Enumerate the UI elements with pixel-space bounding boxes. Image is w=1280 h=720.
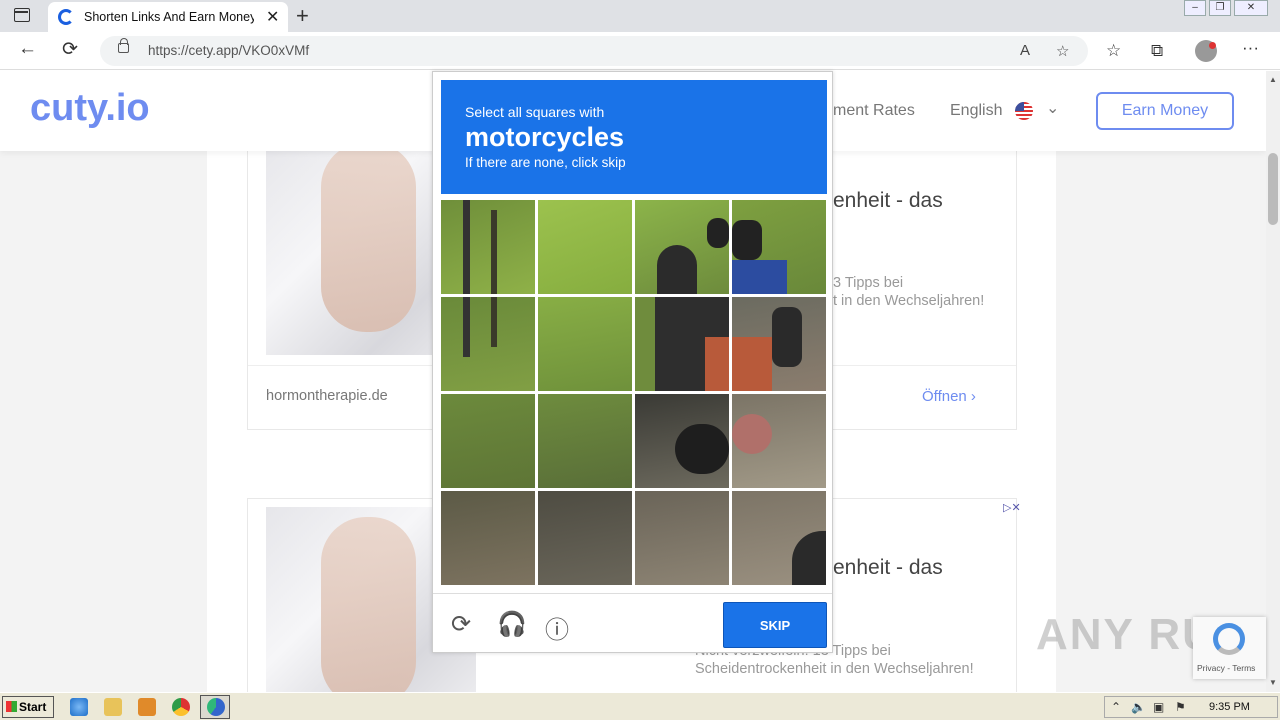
- audio-challenge-icon[interactable]: 🎧: [497, 610, 527, 639]
- captcha-tile[interactable]: [635, 297, 729, 391]
- adchoices-icon[interactable]: ▷✕: [1003, 501, 1021, 514]
- close-window-button[interactable]: ✕: [1234, 0, 1268, 16]
- site-logo[interactable]: cuty.io: [30, 87, 150, 130]
- captcha-tile[interactable]: [441, 491, 535, 585]
- captcha-tile[interactable]: [635, 200, 729, 294]
- restore-button[interactable]: ❐: [1209, 0, 1231, 16]
- captcha-tile[interactable]: [538, 297, 632, 391]
- browser-tab[interactable]: Shorten Links And Earn Money | c ✕: [48, 2, 288, 32]
- language-selector[interactable]: English: [950, 102, 1002, 120]
- captcha-tile[interactable]: [732, 200, 826, 294]
- captcha-tile[interactable]: [441, 297, 535, 391]
- nav-payment-rates[interactable]: ment Rates: [833, 102, 915, 120]
- read-aloud-icon[interactable]: A: [1020, 42, 1030, 59]
- edge-taskbar-button[interactable]: [200, 695, 230, 719]
- chevron-down-icon[interactable]: ⌄: [1046, 98, 1059, 118]
- site-favicon-icon: [58, 9, 74, 25]
- file-explorer-icon[interactable]: [104, 698, 122, 716]
- captcha-tile[interactable]: [441, 200, 535, 294]
- url-text[interactable]: https://cety.app/VKO0xVMf: [148, 43, 309, 58]
- skip-button[interactable]: SKIP: [723, 602, 827, 648]
- more-menu-icon[interactable]: ···: [1242, 38, 1259, 58]
- captcha-tile[interactable]: [635, 394, 729, 488]
- back-button[interactable]: ←: [18, 38, 37, 60]
- captcha-tile[interactable]: [732, 491, 826, 585]
- captcha-instruction: Select all squares with: [465, 104, 605, 120]
- recaptcha-challenge: Select all squares with motorcycles If t…: [432, 71, 833, 653]
- earn-money-button[interactable]: Earn Money: [1096, 92, 1234, 130]
- add-favorite-icon[interactable]: ☆: [1056, 42, 1069, 60]
- captcha-tile[interactable]: [732, 394, 826, 488]
- windows-taskbar: Start ⌃ 🔈 ▣ ⚑ 9:35 PM: [0, 692, 1280, 720]
- reload-challenge-icon[interactable]: ⟳: [451, 610, 471, 639]
- tab-actions-icon[interactable]: [14, 8, 30, 22]
- captcha-hint: If there are none, click skip: [465, 155, 626, 170]
- recaptcha-logo-icon: [1213, 623, 1245, 655]
- reload-button[interactable]: ⟳: [62, 38, 78, 61]
- network-icon[interactable]: ▣: [1153, 700, 1164, 714]
- ad-open-link[interactable]: Öffnen ›: [922, 388, 976, 405]
- internet-explorer-icon[interactable]: [70, 698, 88, 716]
- ad-description-line: t in den Wechseljahren!: [833, 293, 985, 309]
- collections-icon[interactable]: ⧉: [1151, 41, 1163, 61]
- ad-headline[interactable]: enheit - das: [833, 189, 943, 213]
- info-icon[interactable]: ⓘ: [545, 610, 569, 645]
- captcha-footer: ⟳ 🎧 ⓘ SKIP: [433, 593, 832, 653]
- system-tray: ⌃ 🔈 ▣ ⚑ 9:35 PM: [1104, 696, 1278, 718]
- ad-headline[interactable]: enheit - das: [833, 556, 943, 580]
- favorites-icon[interactable]: ☆: [1106, 41, 1121, 61]
- captcha-tile[interactable]: [732, 297, 826, 391]
- captcha-header: Select all squares with motorcycles If t…: [441, 80, 827, 194]
- scroll-up-arrow-icon[interactable]: ▲: [1269, 75, 1277, 84]
- us-flag-icon[interactable]: [1015, 102, 1033, 120]
- ad-description-line: Scheidentrockenheit in den Wechseljahren…: [695, 661, 974, 677]
- url-field[interactable]: https://cety.app/VKO0xVMf A ☆: [100, 36, 1088, 66]
- edge-icon: [207, 698, 225, 716]
- captcha-tile[interactable]: [538, 394, 632, 488]
- browser-tab-bar: Shorten Links And Earn Money | c ✕ + – ❐…: [0, 0, 1280, 32]
- recaptcha-badge[interactable]: Privacy - Terms: [1193, 617, 1266, 679]
- captcha-tile[interactable]: [441, 394, 535, 488]
- captcha-tile[interactable]: [538, 200, 632, 294]
- lock-icon[interactable]: [118, 38, 129, 53]
- recaptcha-privacy-terms[interactable]: Privacy - Terms: [1197, 663, 1255, 673]
- start-button[interactable]: Start: [2, 696, 54, 718]
- tab-close-icon[interactable]: ✕: [266, 7, 279, 27]
- action-center-flag-icon[interactable]: ⚑: [1175, 700, 1186, 714]
- scroll-thumb[interactable]: [1268, 153, 1278, 225]
- captcha-target-object: motorcycles: [465, 122, 625, 152]
- clock[interactable]: 9:35 PM: [1209, 701, 1250, 713]
- volume-icon[interactable]: 🔈: [1131, 700, 1146, 714]
- captcha-tile[interactable]: [635, 491, 729, 585]
- minimize-button[interactable]: –: [1184, 0, 1206, 16]
- profile-avatar[interactable]: [1195, 40, 1217, 62]
- page-scrollbar[interactable]: ▲ ▼: [1266, 71, 1280, 692]
- captcha-tile[interactable]: [538, 491, 632, 585]
- media-player-icon[interactable]: [138, 698, 156, 716]
- scroll-down-arrow-icon[interactable]: ▼: [1269, 678, 1277, 687]
- ad-description-line: 3 Tipps bei: [833, 275, 904, 291]
- new-tab-button[interactable]: +: [296, 3, 309, 29]
- captcha-image-grid: [441, 200, 827, 586]
- chrome-icon[interactable]: [172, 698, 190, 716]
- tab-title: Shorten Links And Earn Money | c: [84, 10, 254, 24]
- ad-domain[interactable]: hormontherapie.de: [266, 388, 388, 404]
- address-bar-row: ← ⟳ https://cety.app/VKO0xVMf A ☆: [0, 32, 1280, 70]
- tray-expand-icon[interactable]: ⌃: [1111, 700, 1121, 714]
